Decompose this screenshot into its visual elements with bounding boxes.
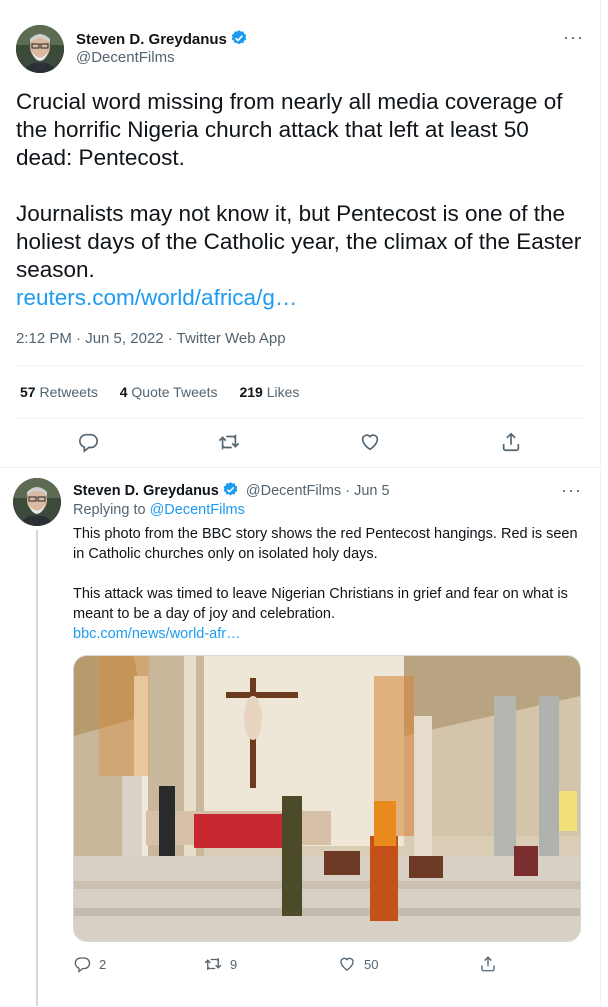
reply-more-options-icon[interactable]: ··· bbox=[561, 481, 582, 499]
retweet-icon bbox=[204, 958, 222, 970]
like-count: 50 bbox=[364, 956, 379, 972]
retweet-icon[interactable] bbox=[218, 431, 242, 455]
like-icon bbox=[340, 957, 354, 971]
reply-author-name[interactable]: Steven D. Greydanus bbox=[73, 483, 219, 499]
retweet-action[interactable]: 9 bbox=[204, 955, 237, 973]
retweets-stat[interactable]: 57 Retweets bbox=[20, 384, 98, 400]
share-icon[interactable] bbox=[500, 431, 524, 455]
replying-to-handle[interactable]: @DecentFilms bbox=[150, 502, 245, 518]
reply-icon[interactable] bbox=[77, 431, 101, 455]
reply-action[interactable]: 2 bbox=[73, 955, 106, 973]
divider bbox=[16, 418, 584, 419]
reply-text-paragraph-1: This photo from the BBC story shows the … bbox=[73, 526, 578, 562]
reply-date[interactable]: · Jun 5 bbox=[345, 483, 389, 499]
reply-text-paragraph-2: This attack was timed to leave Nigerian … bbox=[73, 586, 568, 622]
main-tweet: Steven D. Greydanus @DecentFilms ··· Cru… bbox=[0, 0, 601, 466]
replying-to: Replying to @DecentFilms bbox=[73, 502, 245, 518]
reply-count: 2 bbox=[99, 956, 107, 972]
verified-badge-icon bbox=[230, 29, 248, 52]
reply-author-handle[interactable]: @DecentFilms bbox=[246, 483, 341, 499]
retweet-count: 9 bbox=[230, 956, 238, 972]
tweet-link[interactable]: reuters.com/world/africa/g… bbox=[16, 285, 297, 310]
author-avatar[interactable] bbox=[16, 25, 64, 73]
quotes-count: 4 bbox=[119, 384, 128, 400]
tweet-text-paragraph-1: Crucial word missing from nearly all med… bbox=[16, 89, 563, 170]
divider bbox=[16, 365, 584, 366]
more-options-icon[interactable]: ··· bbox=[563, 28, 584, 46]
author-handle[interactable]: @DecentFilms bbox=[76, 49, 175, 66]
verified-badge-icon bbox=[222, 481, 239, 502]
tweet-text-paragraph-2: Journalists may not know it, but Penteco… bbox=[16, 201, 582, 282]
reply-text: This photo from the BBC story shows the … bbox=[73, 524, 583, 644]
tweet-stats: 57 Retweets 4 Quote Tweets 219 Likes bbox=[20, 384, 317, 400]
quotes-label: Quote Tweets bbox=[131, 384, 218, 400]
likes-stat[interactable]: 219 Likes bbox=[239, 384, 299, 400]
like-icon[interactable] bbox=[359, 431, 383, 455]
quotes-stat[interactable]: 4 Quote Tweets bbox=[120, 384, 218, 400]
tweet-text: Crucial word missing from nearly all med… bbox=[16, 88, 586, 312]
church-photo[interactable] bbox=[73, 655, 581, 942]
reply-link[interactable]: bbc.com/news/world-afr… bbox=[73, 626, 241, 642]
retweets-label: Retweets bbox=[39, 384, 98, 400]
like-action[interactable]: 50 bbox=[338, 955, 378, 973]
replying-to-label: Replying to bbox=[73, 502, 146, 518]
likes-label: Likes bbox=[266, 384, 300, 400]
likes-count: 219 bbox=[239, 384, 263, 400]
author-name[interactable]: Steven D. Greydanus bbox=[76, 31, 227, 48]
thread-line bbox=[36, 530, 38, 1006]
retweets-count: 57 bbox=[20, 384, 36, 400]
tweet-timestamp[interactable]: 2:12 PM · Jun 5, 2022 · Twitter Web App bbox=[16, 330, 286, 347]
reply-icon bbox=[74, 957, 91, 973]
share-action[interactable] bbox=[479, 955, 497, 973]
share-icon bbox=[481, 956, 495, 972]
reply-author-avatar[interactable] bbox=[13, 478, 61, 526]
